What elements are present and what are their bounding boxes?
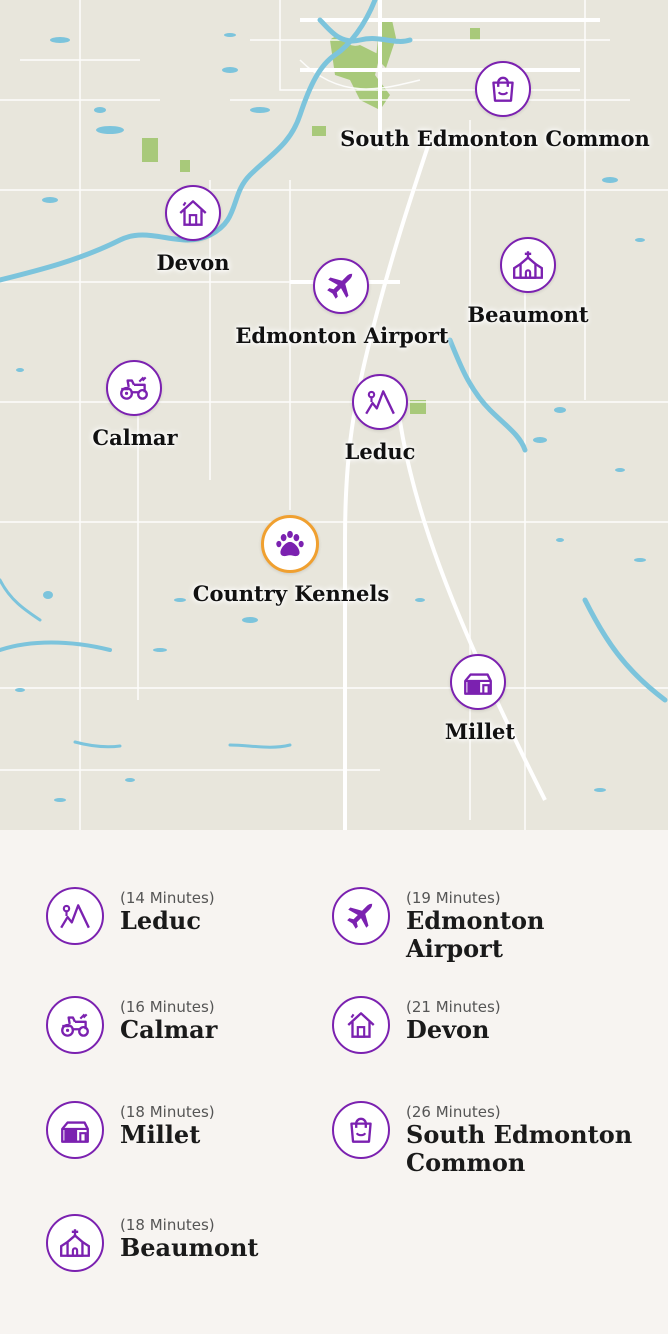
list-item-devon[interactable]: (21 Minutes) Devon (332, 996, 501, 1054)
tractor-icon (117, 371, 151, 405)
shopping-bag-icon (344, 1113, 378, 1147)
tractor-icon (58, 1008, 92, 1042)
marker-label-calmar: Calmar (92, 425, 178, 450)
marker-south-edmonton-common[interactable] (475, 61, 531, 117)
list-item-calmar[interactable]: (16 Minutes) Calmar (46, 996, 217, 1054)
list-icon-millet (46, 1101, 104, 1159)
list-icon-beaumont (46, 1214, 104, 1272)
airplane-icon (324, 269, 358, 303)
place-name: Edmonton Airport (406, 906, 545, 963)
place-name: Millet (120, 1120, 201, 1149)
marker-country-kennels[interactable] (261, 515, 319, 573)
list-icon-edmonton-airport (332, 887, 390, 945)
map[interactable]: South Edmonton Common Devon Edmonton Air… (0, 0, 668, 830)
marker-label-millet: Millet (444, 719, 516, 744)
shopping-bag-icon (486, 72, 520, 106)
church-icon (58, 1226, 92, 1260)
list-item-south-edmonton-common[interactable]: (26 Minutes) South Edmonton Common (332, 1101, 646, 1177)
travel-time: (19 Minutes) (406, 889, 501, 907)
paw-icon (273, 527, 307, 561)
house-icon (344, 1008, 378, 1042)
travel-time: (21 Minutes) (406, 998, 501, 1016)
marker-leduc[interactable] (352, 374, 408, 430)
marker-label-beaumont: Beaumont (467, 302, 589, 327)
marker-label-south-edmonton-common: South Edmonton Common (340, 126, 650, 151)
travel-time: (16 Minutes) (120, 998, 215, 1016)
place-name: Devon (406, 1015, 490, 1044)
travel-time: (18 Minutes) (120, 1216, 215, 1234)
mountain-icon (58, 899, 92, 933)
list-icon-south-edmonton-common (332, 1101, 390, 1159)
marker-label-devon: Devon (156, 250, 230, 275)
list-item-beaumont[interactable]: (18 Minutes) Beaumont (46, 1214, 259, 1272)
list-icon-calmar (46, 996, 104, 1054)
marker-devon[interactable] (165, 185, 221, 241)
barn-icon (461, 665, 495, 699)
marker-label-leduc: Leduc (344, 439, 416, 464)
place-name: Beaumont (120, 1233, 259, 1262)
marker-calmar[interactable] (106, 360, 162, 416)
house-icon (176, 196, 210, 230)
barn-icon (58, 1113, 92, 1147)
list-icon-leduc (46, 887, 104, 945)
marker-edmonton-airport[interactable] (313, 258, 369, 314)
marker-beaumont[interactable] (500, 237, 556, 293)
list-item-leduc[interactable]: (14 Minutes) Leduc (46, 887, 215, 945)
list-item-millet[interactable]: (18 Minutes) Millet (46, 1101, 215, 1159)
list-icon-devon (332, 996, 390, 1054)
place-name: Calmar (120, 1015, 218, 1044)
travel-time: (14 Minutes) (120, 889, 215, 907)
travel-time: (26 Minutes) (406, 1103, 501, 1121)
marker-millet[interactable] (450, 654, 506, 710)
list-item-edmonton-airport[interactable]: (19 Minutes) Edmonton Airport (332, 887, 646, 963)
church-icon (511, 248, 545, 282)
mountain-icon (363, 385, 397, 419)
marker-label-edmonton-airport: Edmonton Airport (235, 323, 449, 348)
place-name: Leduc (120, 906, 201, 935)
travel-time: (18 Minutes) (120, 1103, 215, 1121)
place-name: South Edmonton Common (406, 1120, 633, 1177)
airplane-icon (344, 899, 378, 933)
map-background (0, 0, 668, 830)
travel-times-list: (14 Minutes) Leduc (19 Minutes) Edmonton… (0, 830, 668, 1334)
marker-label-country-kennels: Country Kennels (192, 581, 390, 606)
